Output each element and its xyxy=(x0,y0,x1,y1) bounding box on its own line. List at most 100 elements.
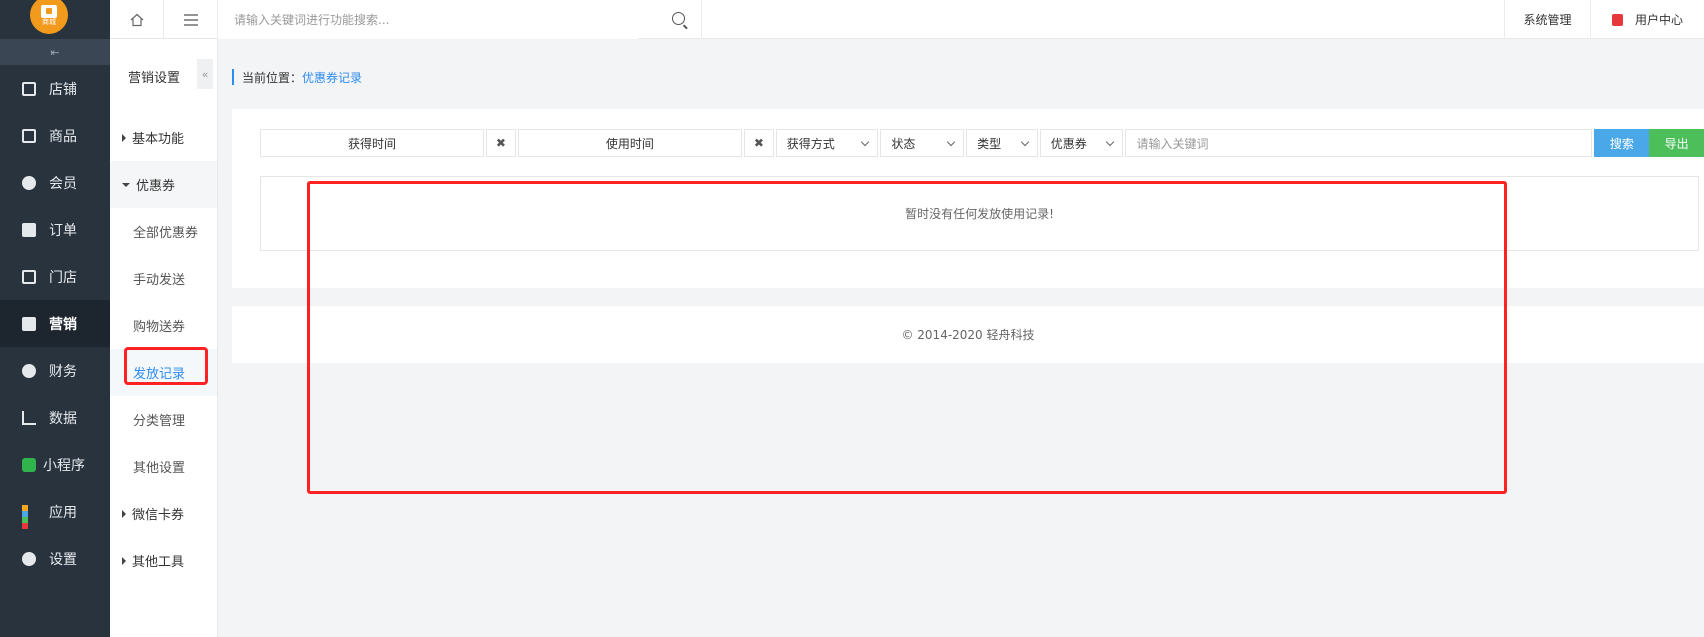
submenu-item-other-settings[interactable]: 其他设置 xyxy=(110,443,217,490)
function-search-input[interactable] xyxy=(218,0,638,39)
sidebar-item-shop[interactable]: 门店 xyxy=(0,253,110,300)
goods-icon xyxy=(22,128,36,143)
sidebar-item-settings[interactable]: 设置 xyxy=(0,535,110,582)
chevron-down-icon xyxy=(861,137,870,147)
user-center-label: 用户中心 xyxy=(1634,13,1683,27)
apps-icon xyxy=(22,504,36,529)
bar-chart-icon xyxy=(22,410,36,425)
miniprogram-icon xyxy=(22,457,36,472)
function-search xyxy=(218,0,702,39)
sidebar-item-store[interactable]: 店铺 xyxy=(0,65,110,112)
main-sidebar: 商城 ⇤ 店铺 商品 会员 订单 门店 营销 财务 数据 小程序 应用 设置 xyxy=(0,0,110,637)
submenu-item-manual-send[interactable]: 手动发送 xyxy=(110,255,217,302)
system-management-label: 系统管理 xyxy=(1523,13,1572,27)
home-button[interactable] xyxy=(110,0,164,39)
sidebar-item-finance[interactable]: 财务 xyxy=(0,347,110,394)
filter-bar: 获得时间 ✖ 使用时间 ✖ 获得方式 状态 类型 优惠券 请输入关键词 搜索 导… xyxy=(260,129,1704,157)
sidebar-item-label: 订单 xyxy=(49,222,77,239)
close-icon: ✖ xyxy=(495,136,506,150)
clear-use-time-button[interactable]: ✖ xyxy=(743,129,774,157)
clear-obtain-time-button[interactable]: ✖ xyxy=(486,129,516,157)
sidebar-item-label: 营销 xyxy=(49,316,77,333)
use-time-label: 使用时间 xyxy=(605,136,654,151)
sidebar-collapse-button[interactable]: ⇤ xyxy=(0,39,110,65)
sidebar-item-apps[interactable]: 应用 xyxy=(0,488,110,535)
export-button[interactable]: 导出 xyxy=(1649,129,1704,157)
store-logo-icon xyxy=(41,5,57,18)
obtain-time-picker[interactable]: 获得时间 xyxy=(260,129,485,157)
submenu-group-other-tools[interactable]: 其他工具 xyxy=(110,537,217,584)
annotation-highlight-menu xyxy=(124,347,208,385)
store-icon xyxy=(22,81,36,96)
submenu-item-label: 其他工具 xyxy=(132,555,185,570)
close-icon: ✖ xyxy=(753,136,764,150)
obtain-time-label: 获得时间 xyxy=(348,136,397,151)
search-icon[interactable] xyxy=(672,12,685,25)
user-center-button[interactable]: 用户中心 xyxy=(1590,0,1704,39)
menu-button[interactable] xyxy=(164,0,218,39)
logo-text: 商城 xyxy=(42,18,56,26)
gear-icon xyxy=(22,551,36,566)
sidebar-item-label: 商品 xyxy=(49,128,77,145)
search-button-label: 搜索 xyxy=(1609,136,1634,151)
caret-right-icon xyxy=(122,133,126,142)
status-value: 状态 xyxy=(891,136,916,151)
sidebar-item-label: 门店 xyxy=(49,269,77,286)
type-value: 类型 xyxy=(977,136,1002,151)
sidebar-item-data[interactable]: 数据 xyxy=(0,394,110,441)
hamburger-icon xyxy=(183,13,198,26)
breadcrumb-prefix: 当前位置： xyxy=(242,70,303,85)
sidebar-item-label: 设置 xyxy=(49,551,77,568)
top-header: 系统管理 用户中心 xyxy=(110,0,1704,39)
home-icon xyxy=(130,13,143,26)
submenu-item-shopping-coupon[interactable]: 购物送券 xyxy=(110,302,217,349)
logo[interactable]: 商城 xyxy=(30,0,68,34)
member-icon xyxy=(22,175,36,190)
keyword-input[interactable]: 请输入关键词 xyxy=(1125,129,1593,157)
shopping-bag-icon xyxy=(1611,13,1623,26)
submenu-item-category-management[interactable]: 分类管理 xyxy=(110,396,217,443)
sidebar-item-label: 应用 xyxy=(49,504,77,521)
logo-area: 商城 xyxy=(0,0,110,39)
chevron-down-icon xyxy=(1020,137,1030,147)
submenu-item-all-coupons[interactable]: 全部优惠券 xyxy=(110,208,217,255)
caret-right-icon xyxy=(122,509,126,518)
sidebar-item-label: 数据 xyxy=(49,410,77,427)
sidebar-item-miniprogram[interactable]: 小程序 xyxy=(0,441,110,488)
use-time-picker[interactable]: 使用时间 xyxy=(517,129,742,157)
sidebar-item-label: 小程序 xyxy=(43,457,85,474)
coupon-value: 优惠券 xyxy=(1050,136,1087,151)
order-icon xyxy=(22,222,36,237)
search-button[interactable]: 搜索 xyxy=(1594,129,1650,157)
obtain-method-select[interactable]: 获得方式 xyxy=(775,129,879,157)
submenu-group-wechat-cards[interactable]: 微信卡券 xyxy=(110,490,217,537)
gift-icon xyxy=(22,316,36,331)
sidebar-item-goods[interactable]: 商品 xyxy=(0,112,110,159)
submenu-title-text: 营销设置 xyxy=(128,71,181,86)
keyword-placeholder: 请输入关键词 xyxy=(1136,136,1209,151)
sidebar-item-order[interactable]: 订单 xyxy=(0,206,110,253)
breadcrumb: 当前位置： 优惠券记录 xyxy=(232,69,362,85)
system-management-button[interactable]: 系统管理 xyxy=(1504,0,1590,39)
submenu-item-label: 分类管理 xyxy=(133,414,186,429)
submenu-item-label: 其他设置 xyxy=(133,461,186,476)
breadcrumb-current[interactable]: 优惠券记录 xyxy=(302,69,362,86)
sidebar-item-label: 财务 xyxy=(49,363,77,380)
annotation-highlight-content xyxy=(307,181,1507,494)
sidebar-item-marketing[interactable]: 营销 xyxy=(0,300,110,347)
submenu-item-label: 手动发送 xyxy=(133,273,186,288)
submenu-collapse-button[interactable]: « xyxy=(197,59,213,89)
money-bag-icon xyxy=(22,363,36,378)
double-chevron-left-icon: « xyxy=(201,67,209,81)
chevron-down-icon xyxy=(946,137,956,147)
sidebar-item-member[interactable]: 会员 xyxy=(0,159,110,206)
coupon-select[interactable]: 优惠券 xyxy=(1039,129,1124,157)
submenu-item-label: 全部优惠券 xyxy=(133,226,199,241)
type-select[interactable]: 类型 xyxy=(966,129,1038,157)
submenu-item-label: 微信卡券 xyxy=(132,508,185,523)
status-select[interactable]: 状态 xyxy=(880,129,965,157)
submenu-group-basic[interactable]: 基本功能 xyxy=(110,114,217,161)
shop-icon xyxy=(22,269,36,284)
chevron-down-icon xyxy=(1106,137,1115,147)
submenu-group-coupon[interactable]: 优惠券 xyxy=(110,161,217,208)
